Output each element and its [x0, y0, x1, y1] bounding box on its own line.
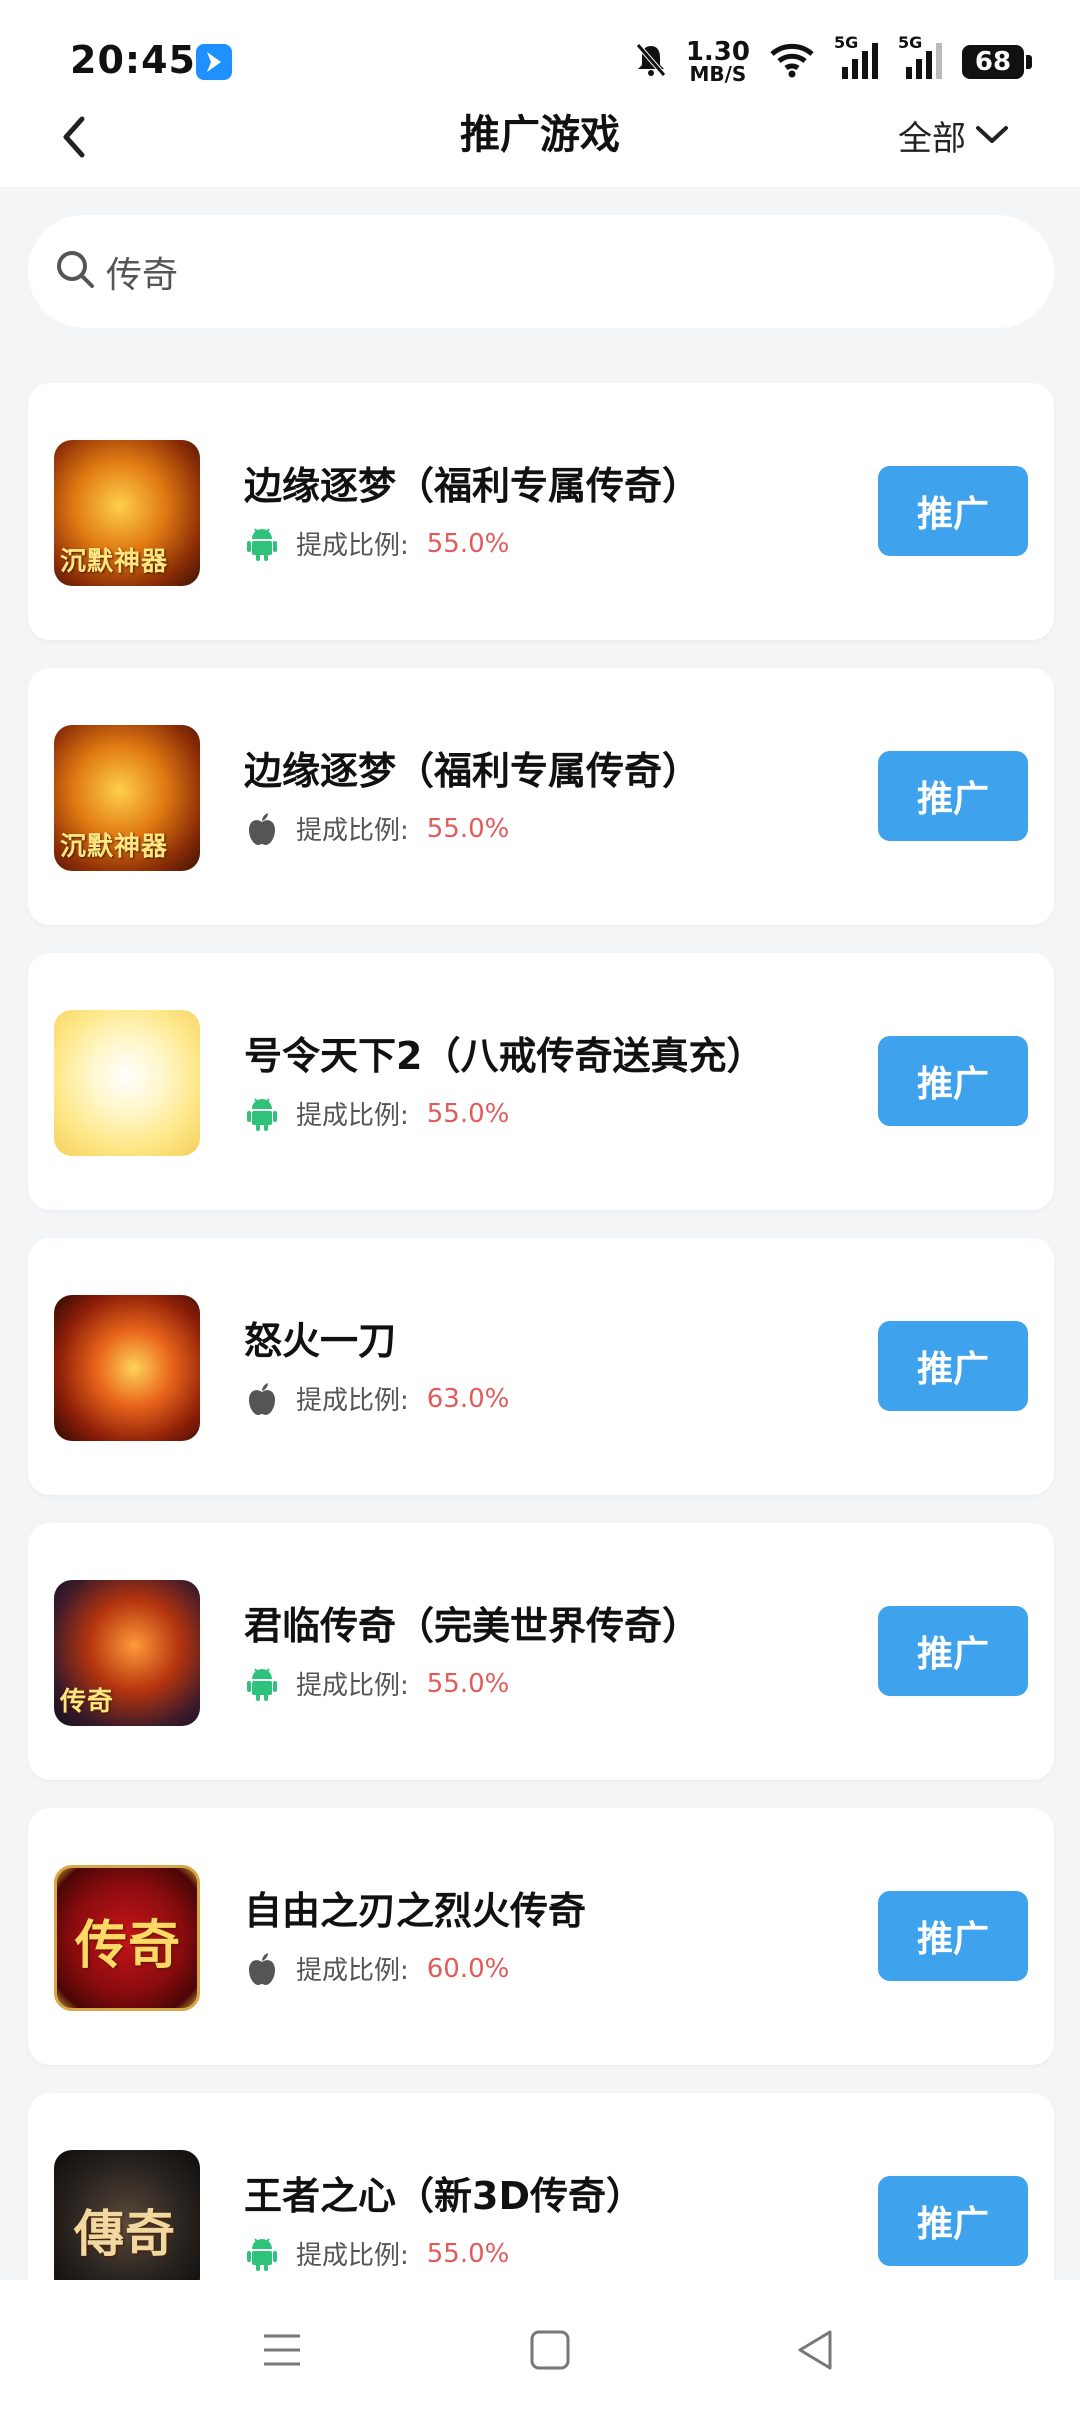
list-item[interactable]: 号令天下2（八戒传奇送真充） 提成比例: 55.0% 推广	[28, 953, 1054, 1210]
game-thumbnail: 沉默神器	[54, 725, 200, 871]
commission-info: 提成比例: 63.0%	[244, 1380, 509, 1417]
promote-button[interactable]: 推广	[878, 751, 1028, 841]
commission-info: 提成比例: 55.0%	[244, 2235, 509, 2272]
apple-icon	[244, 811, 280, 847]
promote-button[interactable]: 推广	[878, 1321, 1028, 1411]
net-speed: 1.30 MB/S	[685, 37, 750, 86]
game-thumbnail	[54, 1010, 200, 1156]
list-item[interactable]: 传奇 自由之刃之烈火传奇 提成比例: 60.0% 推广	[28, 1808, 1054, 2065]
apple-icon	[244, 1381, 280, 1417]
top-app-bar: 推广游戏 全部	[0, 95, 1080, 187]
game-name: 自由之刃之烈火传奇	[244, 1889, 587, 1933]
game-name: 边缘逐梦（福利专属传奇）	[244, 464, 701, 508]
list-item[interactable]: 沉默神器 边缘逐梦（福利专属传奇） 提成比例: 55.0% 推广	[28, 668, 1054, 925]
status-time: 20:45	[70, 38, 196, 82]
game-thumbnail: 传奇	[54, 1580, 200, 1726]
game-name: 君临传奇（完美世界传奇）	[244, 1604, 701, 1648]
commission-label: 提成比例:	[296, 531, 409, 561]
commission-label: 提成比例:	[296, 816, 409, 846]
menu-icon[interactable]	[252, 2320, 312, 2380]
game-list: 沉默神器 边缘逐梦（福利专属传奇） 提成比例: 55.0% 推广 沉默神器 边缘…	[28, 383, 1054, 2378]
commission-value: 55.0%	[426, 528, 510, 559]
apple-icon	[244, 1951, 280, 1987]
promote-button[interactable]: 推广	[878, 1036, 1028, 1126]
commission-info: 提成比例: 55.0%	[244, 810, 509, 847]
commission-value: 55.0%	[426, 2238, 510, 2269]
wifi-icon	[768, 42, 816, 82]
commission-info: 提成比例: 55.0%	[244, 1095, 509, 1132]
game-thumbnail	[54, 1295, 200, 1441]
status-bar: 20:45 1.30 MB/S 5G 5G 68	[0, 0, 1080, 95]
game-name: 号令天下2（八戒传奇送真充）	[244, 1034, 765, 1078]
android-icon	[244, 526, 280, 562]
promote-button[interactable]: 推广	[878, 2176, 1028, 2266]
commission-info: 提成比例: 55.0%	[244, 1665, 509, 1702]
net-speed-unit: MB/S	[689, 62, 747, 86]
signal-icon: 5G	[834, 33, 880, 83]
signal-icon: 5G	[898, 33, 944, 83]
filter-label: 全部	[898, 118, 966, 159]
list-item[interactable]: 怒火一刀 提成比例: 63.0% 推广	[28, 1238, 1054, 1495]
commission-value: 55.0%	[426, 1668, 510, 1699]
list-item[interactable]: 传奇 君临传奇（完美世界传奇） 提成比例: 55.0% 推广	[28, 1523, 1054, 1780]
commission-info: 提成比例: 55.0%	[244, 525, 509, 562]
commission-info: 提成比例: 60.0%	[244, 1950, 509, 1987]
status-icons: 1.30 MB/S 5G 5G 68	[634, 33, 1032, 86]
commission-label: 提成比例:	[296, 1386, 409, 1416]
commission-value: 55.0%	[426, 813, 510, 844]
search-icon	[57, 251, 94, 288]
battery-icon: 68	[962, 45, 1032, 79]
home-icon[interactable]	[520, 2320, 580, 2380]
game-thumbnail: 沉默神器	[54, 440, 200, 586]
game-thumbnail: 傳奇	[54, 2150, 200, 2296]
game-name: 王者之心（新3D传奇）	[244, 2174, 644, 2218]
commission-value: 60.0%	[426, 1953, 510, 1984]
android-icon	[244, 1666, 280, 1702]
list-item[interactable]: 沉默神器 边缘逐梦（福利专属传奇） 提成比例: 55.0% 推广	[28, 383, 1054, 640]
commission-label: 提成比例:	[296, 1956, 409, 1986]
commission-value: 63.0%	[426, 1383, 510, 1414]
android-icon	[244, 1096, 280, 1132]
commission-label: 提成比例:	[296, 1101, 409, 1131]
game-name: 边缘逐梦（福利专属传奇）	[244, 749, 701, 793]
chevron-down-icon	[976, 126, 1008, 143]
mute-icon	[634, 42, 668, 82]
promote-button[interactable]: 推广	[878, 1606, 1028, 1696]
back-triangle-icon[interactable]	[786, 2320, 846, 2380]
promote-button[interactable]: 推广	[878, 466, 1028, 556]
search-bar[interactable]	[28, 215, 1054, 328]
commission-label: 提成比例:	[296, 1671, 409, 1701]
game-thumbnail: 传奇	[54, 1865, 200, 2011]
filter-dropdown[interactable]: 全部	[898, 105, 1010, 165]
system-nav-bar	[0, 2280, 1080, 2414]
commission-label: 提成比例:	[296, 2241, 409, 2271]
search-input[interactable]	[104, 235, 1008, 309]
app-notification-icon	[196, 44, 232, 80]
android-icon	[244, 2236, 280, 2272]
net-speed-value: 1.30	[685, 37, 750, 67]
game-name: 怒火一刀	[244, 1319, 397, 1363]
commission-value: 55.0%	[426, 1098, 510, 1129]
promote-button[interactable]: 推广	[878, 1891, 1028, 1981]
